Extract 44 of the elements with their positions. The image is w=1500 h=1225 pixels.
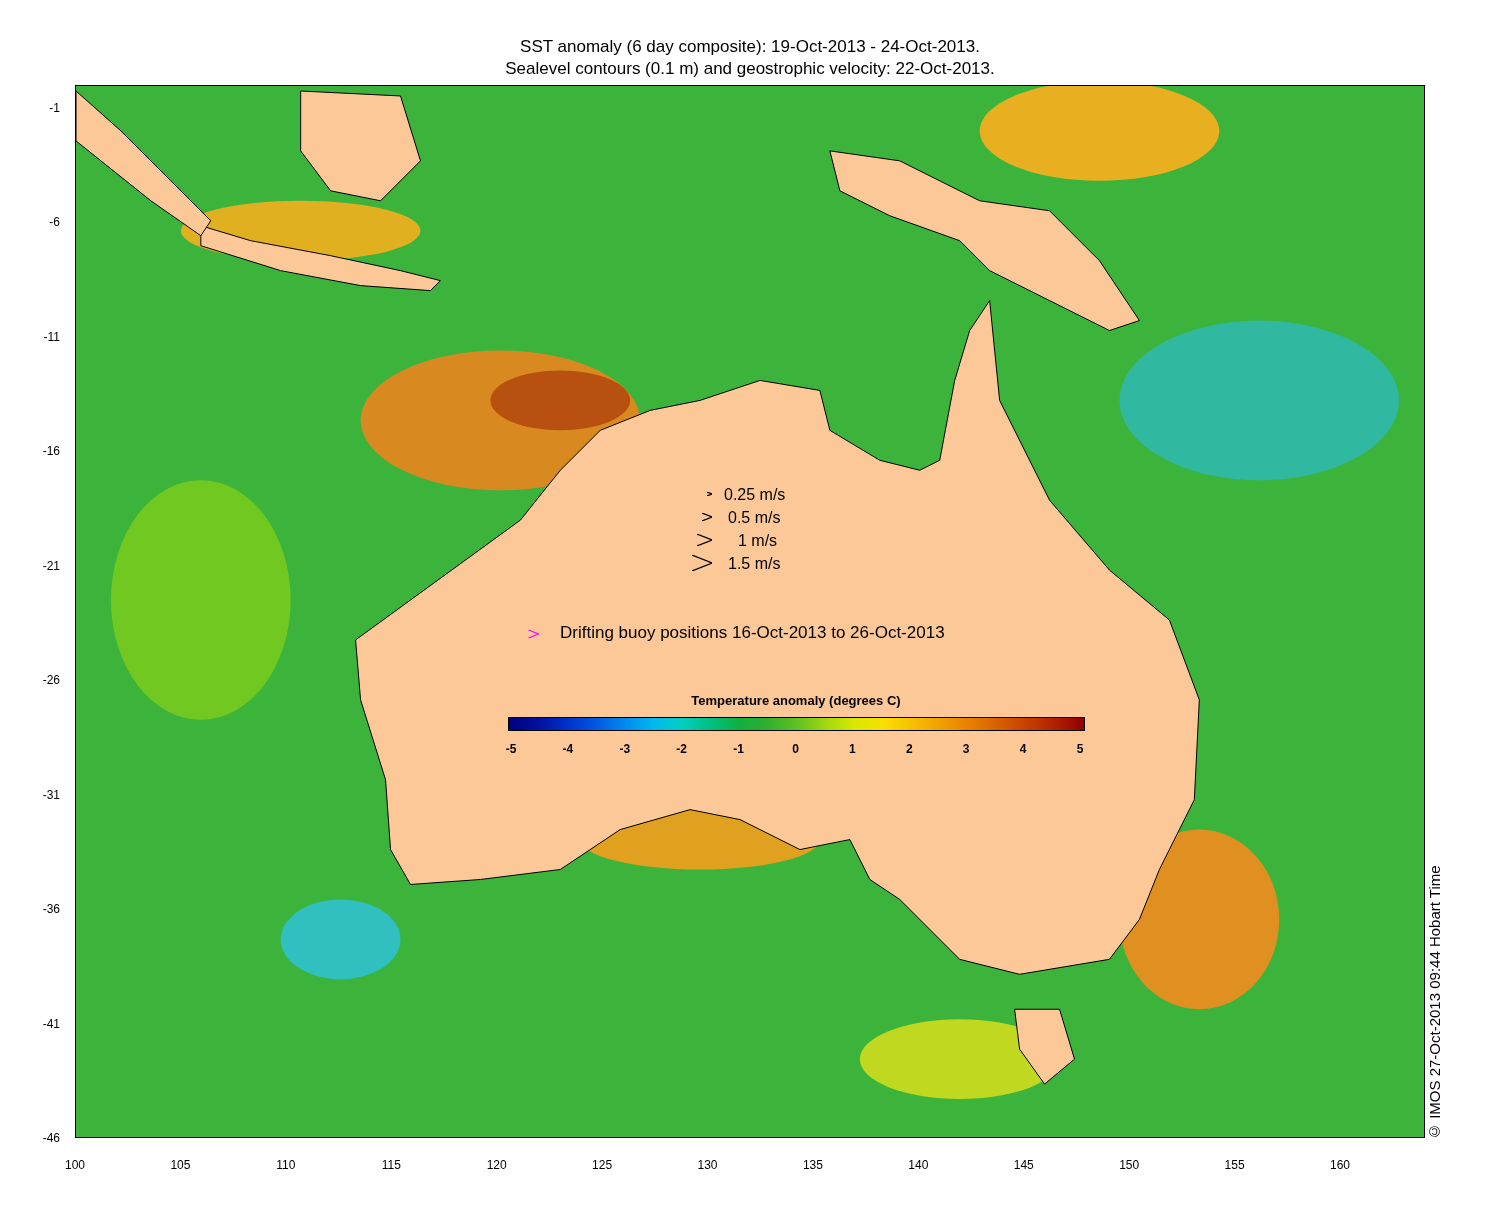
colorbar-tick-label: 0	[791, 741, 800, 757]
credit-text: © IMOS 27-Oct-2013 09:44 Hobart Time	[1426, 864, 1444, 1140]
axis-tick-label: 140	[907, 1157, 930, 1173]
buoy-legend-label: Drifting buoy positions 16-Oct-2013 to 26-Oct-2013	[560, 623, 945, 643]
buoy-marker-icon	[528, 629, 539, 639]
chart-title: SST anomaly (6 day composite): 19-Oct-2013 - 24-Oct-2013.	[520, 36, 980, 58]
axis-tick-label: 150	[1118, 1157, 1141, 1173]
axis-tick-label: -21	[41, 557, 60, 574]
axis-tick-label: 160	[1329, 1157, 1351, 1173]
colorbar-tick-label: 2	[904, 741, 914, 757]
colorbar-tick-label: -1	[732, 741, 745, 757]
axis-tick-label: -6	[48, 214, 60, 231]
colorbar-tick-label: -2	[675, 741, 688, 757]
colorbar-tick-label: 4	[1018, 741, 1028, 757]
velocity-scale-label: 1.5 m/s	[728, 554, 781, 574]
colorbar-tick-label: -3	[618, 741, 632, 757]
axis-tick-label: -1	[48, 100, 60, 116]
axis-tick-label: -16	[41, 443, 60, 460]
colorbar-title: Temperature anomaly (degrees C)	[690, 693, 902, 709]
velocity-scale-label: 0.25 m/s	[724, 485, 786, 505]
axis-tick-label: 120	[485, 1157, 508, 1173]
axis-tick-label: 135	[801, 1157, 824, 1173]
velocity-scale-label: 0.5 m/s	[728, 508, 781, 528]
colorbar-tick-label: 5	[1075, 741, 1085, 757]
colorbar-tick-label: -4	[561, 741, 575, 757]
axis-tick-label: 110	[275, 1157, 297, 1173]
colorbar-tick-label: -5	[504, 741, 518, 757]
axis-tick-label: -11	[42, 328, 60, 345]
axis-tick-label: 155	[1223, 1157, 1246, 1173]
axis-tick-label: 125	[591, 1157, 614, 1173]
axis-tick-label: -31	[41, 786, 60, 803]
axis-tick-label: -46	[41, 1130, 60, 1146]
chart-title: Sealevel contours (0.1 m) and geostrophic velocity: 22-Oct-2013.	[505, 58, 995, 80]
colorbar-tick-label: 3	[961, 741, 971, 757]
axis-tick-label: -26	[41, 672, 60, 689]
axis-tick-label: 145	[1012, 1157, 1035, 1173]
axis-tick-label: -36	[41, 901, 60, 918]
colorbar-tick-label: 1	[848, 741, 857, 757]
axis-tick-label: 100	[64, 1157, 86, 1173]
axis-tick-label: 130	[696, 1157, 719, 1173]
velocity-scale-label: 1 m/s	[738, 531, 778, 551]
axis-tick-label: -41	[41, 1015, 60, 1032]
axis-tick-label: 105	[169, 1157, 192, 1173]
axis-tick-label: 115	[380, 1157, 402, 1173]
